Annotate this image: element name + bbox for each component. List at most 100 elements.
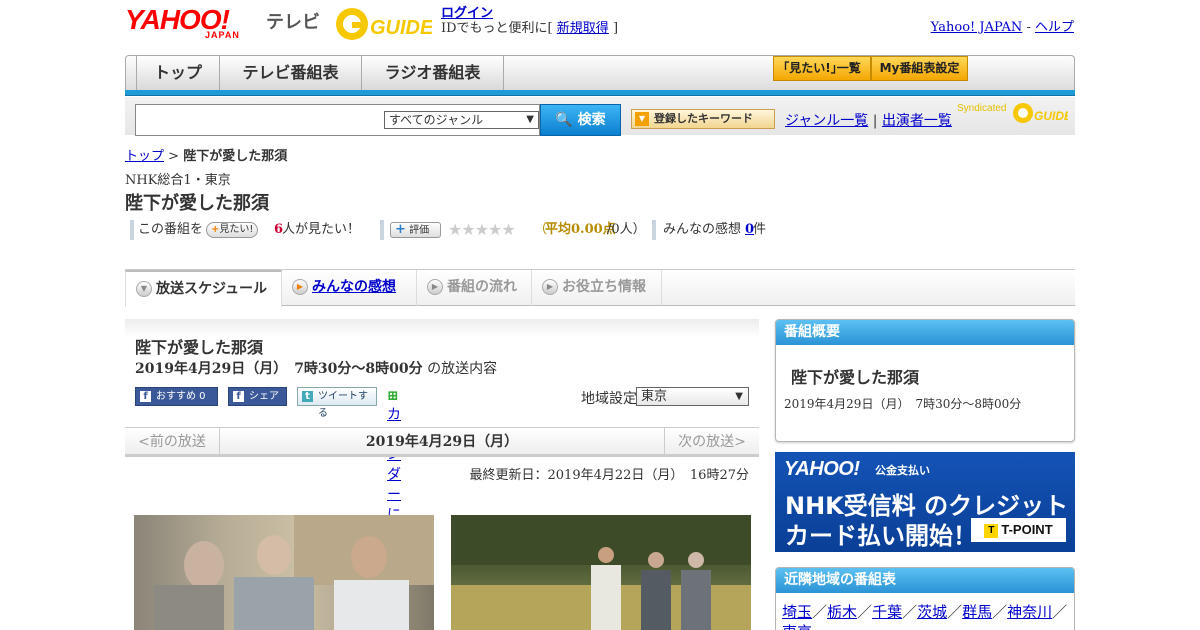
rating-stars: ★★★★★ [448, 220, 516, 239]
breadcrumb-home-link[interactable]: トップ [125, 149, 164, 164]
overview-program-time: 2019年4月29日（月） 7時30分～8時00分 [784, 397, 1022, 411]
syndicated-logo-text: GUIDE [1034, 109, 1068, 123]
channel-name: NHK総合1・東京 [125, 173, 231, 188]
page-title: 陛下が愛した那須 [125, 193, 269, 214]
tpoint-label: T-POINT [1001, 522, 1053, 537]
calendar-plus-icon: ⊞ [387, 388, 399, 404]
nearby-regions-title: 近隣地域の番組表 [776, 568, 1074, 593]
tab-label: お役立ち情報 [562, 279, 646, 295]
triangle-down-icon: ▼ [635, 112, 649, 126]
program-subtabs: ▼ 放送スケジュール ▶ みんなの感想 ▶ 番組の流れ ▶ お役立ち情報 [125, 269, 1075, 307]
top-links: Yahoo! JAPAN - ヘルプ [931, 16, 1074, 35]
syndicated-gguide-logo: GUIDE [1012, 101, 1073, 125]
arrow-down-circle-icon: ▼ [136, 281, 152, 297]
yahoo-japan-logo[interactable]: YAHOO! JAPAN [125, 6, 239, 41]
mitai-button[interactable]: +見たい! [206, 222, 259, 238]
dropdown-arrow-icon: ▼ [526, 114, 534, 125]
dropdown-arrow-icon: ▼ [735, 391, 743, 402]
tpoint-icon: T [984, 523, 999, 538]
tab-program-flow: ▶ 番組の流れ [417, 270, 532, 306]
mitai-prefix: この番組を [138, 222, 204, 237]
region-link-kanagawa[interactable]: 神奈川 [1007, 603, 1052, 621]
mitai-suffix: 人が見たい！ [282, 222, 361, 237]
nav-tab-top[interactable]: トップ [136, 56, 220, 91]
my-guide-settings-button[interactable]: My番組表設定 [871, 56, 968, 81]
facebook-share-label: シェア [249, 391, 279, 402]
nav-tab-radio-guide[interactable]: ラジオ番組表 [362, 56, 504, 91]
region-link-ibaraki[interactable]: 茨城 [917, 603, 947, 621]
nhk-credit-ad-banner[interactable]: YAHOO! 公金支払い NHK受信料 のクレジット カード払い開始！ T T-P… [775, 452, 1075, 552]
navbar-accent-line [125, 90, 1075, 96]
arrow-right-circle-icon: ▶ [292, 279, 308, 295]
main-navbar: トップ テレビ番組表 ラジオ番組表 ｢見たい!｣一覧 My番組表設定 [125, 55, 1075, 91]
region-link-tochigi[interactable]: 栃木 [827, 603, 857, 621]
genre-links-sep: | [872, 113, 878, 129]
rating-average: 平均0.00点 [545, 222, 616, 237]
region-link-tokyo[interactable]: 東京 [782, 623, 812, 630]
ad-subheadline: カード払い開始！ [785, 522, 977, 550]
breadcrumb-current: 陛下が愛した那須 [183, 149, 288, 164]
last-updated: 最終更新日：2019年4月22日（月） 16時27分 [469, 468, 749, 483]
current-broadcast-date: 2019年4月29日（月） [365, 434, 519, 450]
program-photo [451, 515, 751, 630]
login-link[interactable]: ログイン [441, 6, 493, 21]
nearby-regions-box: 近隣地域の番組表 埼玉／栃木／千葉／茨城／群馬／神奈川／東京 [775, 567, 1075, 630]
mitai-button-label: 見たい! [219, 224, 254, 235]
arrow-right-circle-icon: ▶ [427, 279, 443, 295]
nearby-regions-list: 埼玉／栃木／千葉／茨城／群馬／神奈川／東京 [782, 602, 1070, 630]
login-block: ログイン IDでもっと便利に[ 新規取得 ] [441, 6, 618, 36]
facebook-icon: f [233, 391, 244, 402]
plus-icon: + [395, 222, 406, 237]
ad-yahoo-logo: YAHOO! [784, 458, 860, 480]
tweet-label: ツイートする [318, 391, 368, 419]
region-link-gunma[interactable]: 群馬 [962, 603, 992, 621]
arrow-right-circle-icon: ▶ [542, 279, 558, 295]
search-button[interactable]: 🔍 検索 [540, 104, 621, 136]
nav-tab-tv-guide[interactable]: テレビ番組表 [220, 56, 362, 91]
registered-keywords-button[interactable]: ▼ 登録したキーワード [631, 109, 775, 129]
divider [380, 220, 384, 240]
rating-count: /0人） [607, 222, 646, 237]
ad-logo-subtitle: 公金支払い [875, 464, 930, 477]
yahoo-japan-link[interactable]: Yahoo! JAPAN [931, 20, 1023, 35]
date-navigation: <前の放送 2019年4月29日（月） 次の放送> [125, 427, 759, 457]
facebook-icon: f [140, 391, 151, 402]
genre-select[interactable]: すべてのジャンル ▼ [384, 111, 539, 129]
program-overview-title: 番組概要 [776, 320, 1074, 345]
tv-logo-text[interactable]: テレビ [266, 8, 320, 34]
region-select-value: 東京 [641, 389, 668, 404]
genre-select-value: すべてのジャンル [389, 113, 484, 127]
genre-list-link[interactable]: ジャンル一覧 [785, 113, 868, 129]
divider [652, 220, 656, 240]
region-link-saitama[interactable]: 埼玉 [782, 603, 812, 621]
tweet-button[interactable]: t ツイートする [297, 387, 377, 419]
previous-broadcast-button[interactable]: <前の放送 [125, 428, 220, 456]
gguide-logo-text: GUIDE [370, 17, 432, 39]
gguide-logo[interactable]: GUIDE [334, 6, 434, 42]
genre-links: ジャンル一覧 | 出演者一覧 [785, 110, 952, 130]
kanso-suffix: 件 [753, 222, 767, 237]
rating-row: この番組を +見たい! 6 人が見たい！ + 評価 ★★★★★ （ 平均0.00… [130, 220, 830, 240]
mitai-list-button[interactable]: ｢見たい!｣一覧 [773, 56, 871, 81]
breadcrumb-sep: > [164, 149, 184, 164]
signup-link[interactable]: 新規取得 [557, 21, 609, 36]
twitter-bird-icon: t [302, 391, 313, 402]
help-link[interactable]: ヘルプ [1035, 20, 1074, 35]
region-link-chiba[interactable]: 千葉 [872, 603, 902, 621]
program-datetime-suffix: の放送内容 [427, 361, 498, 377]
performer-list-link[interactable]: 出演者一覧 [882, 113, 952, 129]
facebook-share-button[interactable]: f シェア [228, 387, 287, 406]
rate-button[interactable]: + 評価 [390, 222, 441, 238]
top-links-sep: - [1026, 20, 1031, 35]
breadcrumb: トップ > 陛下が愛した那須 [125, 145, 287, 164]
tab-everyone-impressions[interactable]: ▶ みんなの感想 [282, 270, 417, 306]
region-select[interactable]: 東京 ▼ [636, 387, 749, 406]
facebook-recommend-label: おすすめ 0 [156, 391, 206, 402]
japan-logo-text: JAPAN [205, 30, 240, 40]
region-label: 地域設定 [581, 391, 637, 407]
next-broadcast-button[interactable]: 次の放送> [664, 428, 759, 456]
tpoint-badge: T T-POINT [971, 518, 1066, 542]
overview-program-title: 陛下が愛した那須 [791, 368, 920, 387]
facebook-recommend-button[interactable]: f おすすめ 0 [135, 387, 218, 406]
tab-broadcast-schedule[interactable]: ▼ 放送スケジュール [125, 270, 282, 307]
